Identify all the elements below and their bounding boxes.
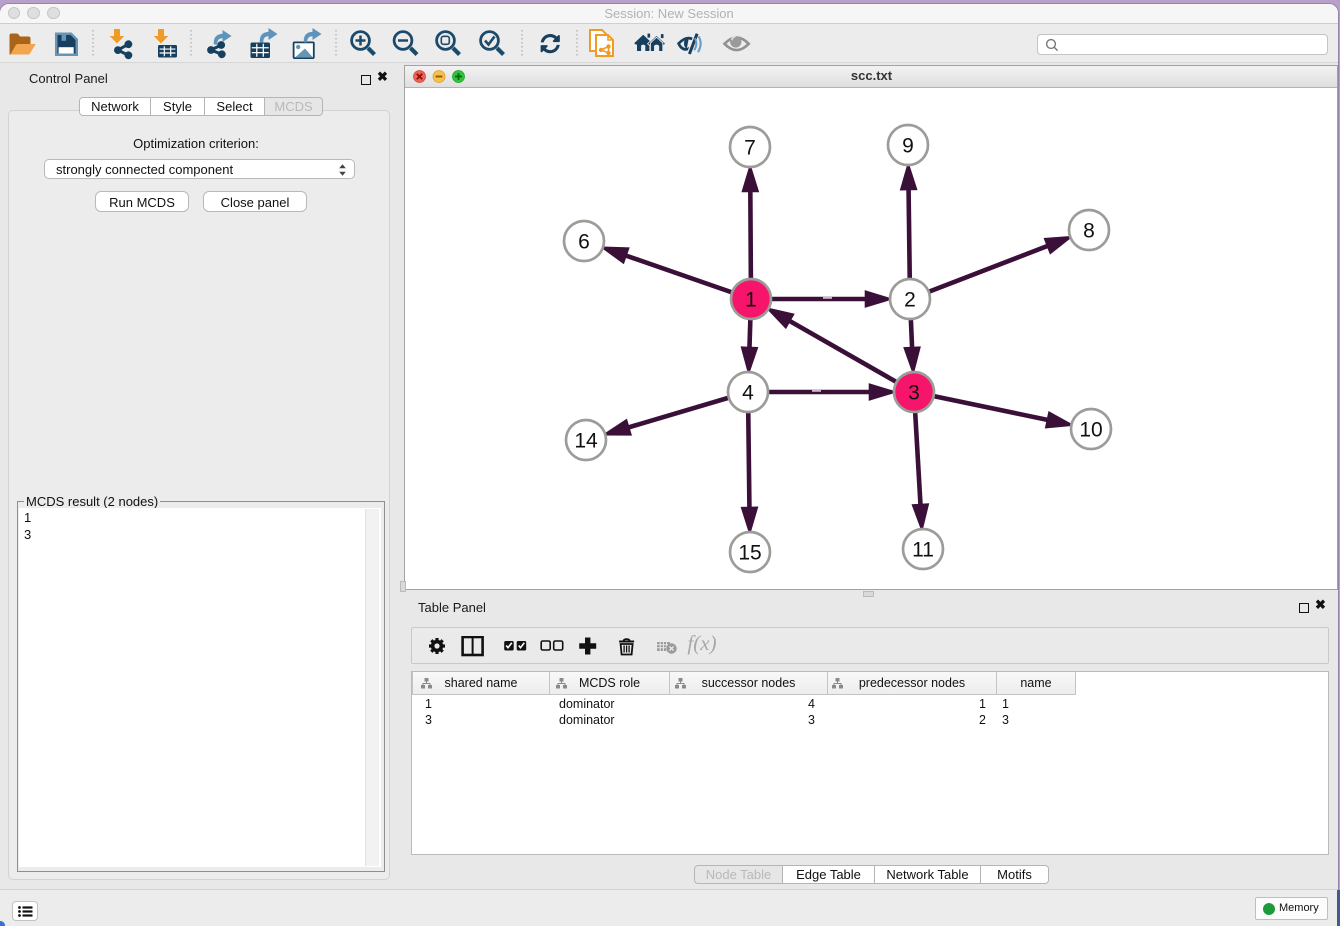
- svg-text:4: 4: [742, 382, 754, 405]
- svg-text:3: 3: [908, 382, 920, 405]
- svg-text:10: 10: [1079, 419, 1102, 442]
- svg-text:1: 1: [745, 289, 757, 312]
- svg-text:15: 15: [738, 542, 761, 565]
- svg-text:11: 11: [912, 539, 934, 562]
- svg-text:7: 7: [744, 137, 756, 160]
- svg-text:8: 8: [1083, 220, 1095, 243]
- svg-text:6: 6: [578, 231, 590, 254]
- svg-text:14: 14: [574, 430, 598, 453]
- svg-text:9: 9: [902, 135, 914, 158]
- svg-text:2: 2: [904, 289, 916, 312]
